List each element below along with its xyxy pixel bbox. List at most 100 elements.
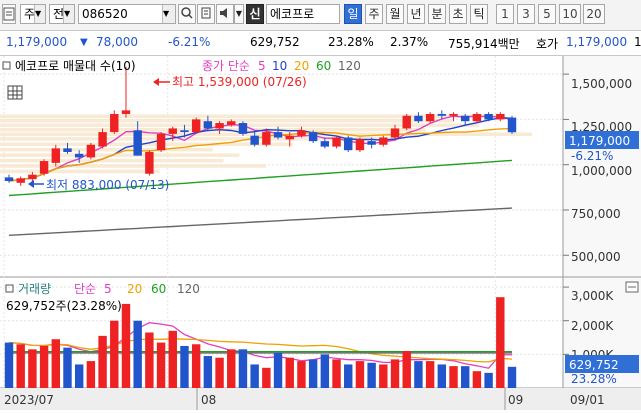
- candle-body: [250, 135, 259, 145]
- candle-body: [273, 132, 283, 138]
- period-tab-6[interactable]: 틱: [470, 4, 488, 24]
- volume-profile-band: [0, 153, 240, 157]
- candle-body: [355, 139, 365, 151]
- period-tab-5[interactable]: 초: [449, 4, 467, 24]
- low-label: 최저 883,000 (07/13): [46, 178, 169, 192]
- candle-body: [472, 113, 482, 122]
- candle-body: [203, 121, 213, 129]
- chart-area[interactable]: 에코프로 매물대 수(10) 종가 단순 5 10 20 60 120 최고 1…: [0, 56, 641, 410]
- search-icon[interactable]: [178, 4, 196, 24]
- candle-body: [168, 128, 177, 134]
- menu-icon[interactable]: [2, 4, 16, 24]
- vol-ma-label: 단순: [74, 282, 96, 296]
- grid-toggle-icon[interactable]: [7, 85, 23, 100]
- quote-bar: 1,179,000 ▼ 78,000 -6.21% 629,752 23.28%…: [0, 31, 641, 56]
- volume-profile-band: [0, 158, 224, 163]
- type-select[interactable]: 전 ▼: [49, 4, 75, 24]
- volume-bar: [110, 320, 119, 388]
- volume-bar: [28, 349, 37, 388]
- volume-bar: [191, 344, 201, 388]
- vol-ma-period-60: 60: [151, 282, 166, 296]
- current-volume-pct: 23.28%: [571, 372, 617, 386]
- candle-body: [227, 121, 236, 125]
- stock-name-field[interactable]: 에코프로: [266, 4, 340, 24]
- candle-body: [51, 148, 61, 163]
- period-tab-3[interactable]: 년: [407, 4, 425, 24]
- volume-bar: [121, 303, 131, 388]
- volume-bar: [250, 364, 259, 388]
- volume-bar: [156, 342, 166, 388]
- market-select[interactable]: 주 ▼: [20, 4, 46, 24]
- stock-code-input[interactable]: 086520 ▼: [78, 4, 176, 24]
- volume-bar: [355, 361, 365, 388]
- high-annotation: 최고 1,539,000 (07/26): [153, 75, 307, 89]
- volume-bar: [273, 352, 283, 388]
- volume-bar: [133, 320, 142, 388]
- volume-bar: [460, 366, 470, 388]
- price-axis-label: 1,500,000: [571, 77, 632, 91]
- ma-period-10: 10: [272, 59, 287, 73]
- period-tab-1[interactable]: 주: [365, 4, 383, 24]
- chart-icon[interactable]: [197, 4, 215, 24]
- down-arrow-icon: ▼: [80, 37, 88, 48]
- current-change-label: -6.21%: [571, 149, 613, 163]
- price-axis-label: 1,000,000: [571, 164, 632, 178]
- interval-tab-3[interactable]: 10: [559, 4, 581, 24]
- volume-bar: [39, 345, 49, 388]
- volume-bar: [74, 364, 84, 388]
- interval-tab-1[interactable]: 3: [517, 4, 535, 24]
- volume-bar: [472, 371, 482, 388]
- ask-price: 1,179,000: [566, 35, 628, 49]
- date-label: 2023/07: [4, 393, 54, 407]
- vol-ma-period-5: 5: [104, 282, 112, 296]
- candle-body: [98, 132, 107, 147]
- volume-bar: [215, 357, 224, 388]
- ask-label: 호가: [536, 37, 559, 51]
- period-tab-2[interactable]: 월: [386, 4, 404, 24]
- price-axis-label: 500,000: [571, 250, 621, 264]
- volume-bar: [227, 349, 236, 388]
- ma-period-5: 5: [258, 59, 266, 73]
- candle-body: [28, 174, 37, 180]
- interval-tab-0[interactable]: 1: [496, 4, 514, 24]
- ma-period-20: 20: [294, 59, 309, 73]
- volume-ratio: 23.28%: [328, 35, 374, 49]
- volume-profile-band: [0, 147, 213, 152]
- candle-body: [180, 130, 189, 133]
- candle-body: [367, 141, 376, 145]
- price-change: 78,000: [96, 35, 138, 49]
- credit-badge: 신: [246, 4, 264, 24]
- interval-tab-2[interactable]: 5: [538, 4, 556, 24]
- candle-body: [414, 115, 423, 122]
- candle-body: [320, 141, 330, 147]
- volume-bar: [449, 366, 458, 388]
- high-label: 최고 1,539,000 (07/26): [172, 75, 307, 89]
- stock-code-value: 086520: [82, 7, 128, 21]
- period-tab-0[interactable]: 일: [344, 4, 362, 24]
- volume-bar: [63, 347, 72, 388]
- chart-background: [0, 56, 641, 410]
- candle-body: [63, 148, 72, 153]
- candle-body: [308, 132, 318, 142]
- period-tab-4[interactable]: 분: [428, 4, 446, 24]
- ma-label: 종가 단순: [202, 59, 250, 73]
- price-volume-chart[interactable]: 에코프로 매물대 수(10) 종가 단순 5 10 20 60 120 최고 1…: [0, 56, 641, 410]
- interval-tab-4[interactable]: 20: [583, 4, 605, 24]
- volume-current-text: 629,752주(23.28%): [6, 299, 122, 313]
- vol-ma-period-120: 120: [177, 282, 200, 296]
- candle-body: [344, 137, 353, 151]
- candle-body: [238, 123, 248, 134]
- candle-body: [297, 130, 306, 136]
- candle-body: [156, 133, 166, 151]
- candle-body: [74, 153, 84, 158]
- candle-body: [39, 161, 49, 174]
- volume-bar: [145, 332, 154, 388]
- candle-body: [133, 130, 142, 156]
- low-annotation: 최저 883,000 (07/13): [28, 178, 169, 192]
- volume-bar: [98, 335, 107, 388]
- candle-body: [425, 113, 435, 122]
- chevron-down-icon[interactable]: ▼: [234, 4, 244, 24]
- volume-bar: [496, 297, 505, 388]
- speaker-icon[interactable]: [216, 4, 234, 24]
- ma-period-60: 60: [316, 59, 331, 73]
